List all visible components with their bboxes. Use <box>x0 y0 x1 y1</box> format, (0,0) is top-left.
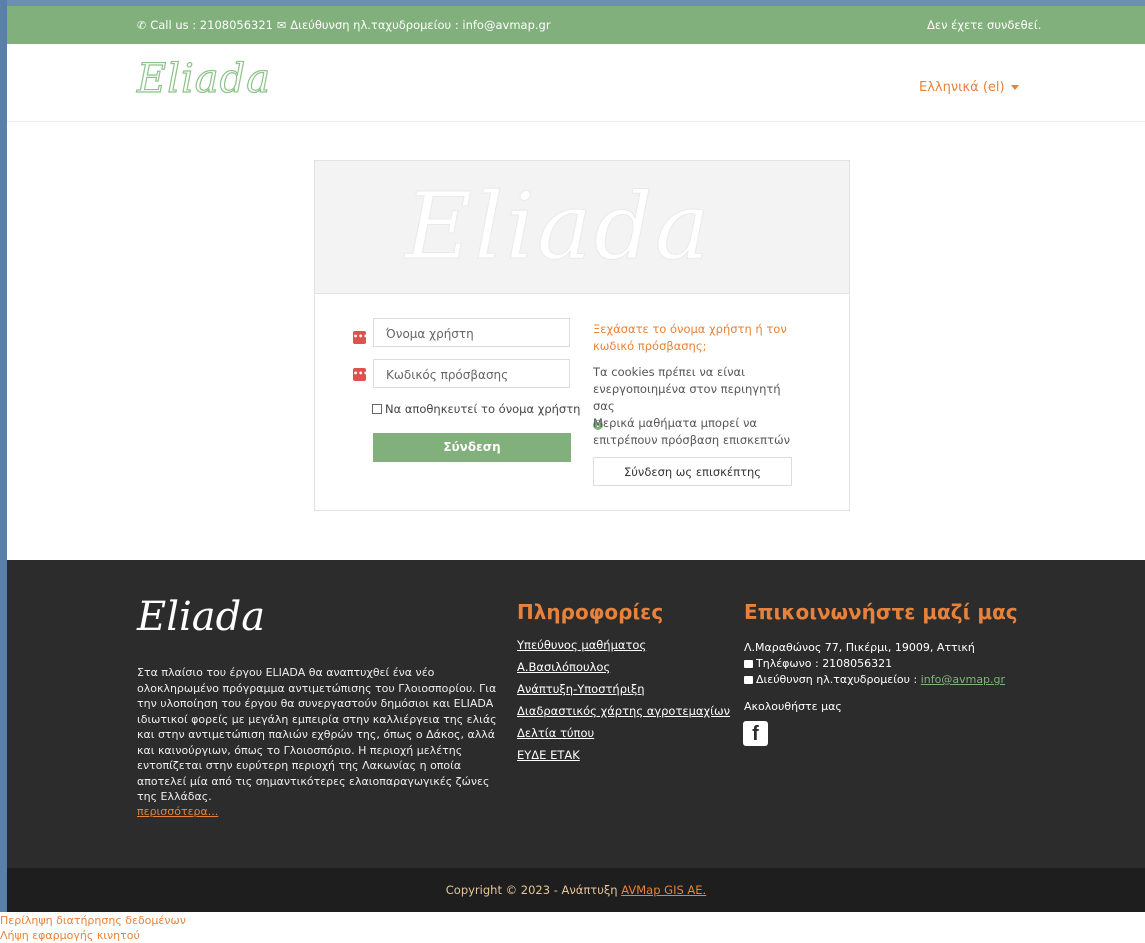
top-contact-info: ✆ Call us : 2108056321 ✉ Διεύθυνση ηλ.τα… <box>137 18 551 32</box>
read-more-link[interactable]: περισσότερα... <box>137 805 218 818</box>
contact-details: Λ.Μαραθώνος 77, Πικέρμι, 19009, Αττική Τ… <box>744 640 1005 688</box>
required-icon: ••• <box>353 368 368 381</box>
caret-down-icon <box>1010 85 1019 90</box>
window-frame-left <box>0 0 7 912</box>
mobile-app-link[interactable]: Λήψη εφαρμογής κινητού <box>0 928 186 943</box>
forgot-password-link[interactable]: Ξεχάσατε το όνομα χρήστη ή τον κωδικό πρ… <box>593 321 793 355</box>
footer-about-text: Στα πλαίσιο του έργου ELIADA θα αναπτυχθ… <box>137 666 497 803</box>
info-link-vasilopoulos[interactable]: Α.Βασιλόπουλος <box>517 656 730 678</box>
login-status: Δεν έχετε συνδεθεί. <box>927 18 1042 32</box>
username-input[interactable]: Όνομα χρήστη <box>373 318 570 347</box>
remember-checkbox[interactable] <box>372 404 382 414</box>
login-hero-logo: Eliada <box>405 173 712 281</box>
company-link[interactable]: AVMap GIS AE. <box>621 883 706 897</box>
info-link-press-releases[interactable]: Δελτία τύπου <box>517 722 730 744</box>
info-link-interactive-map[interactable]: Διαδραστικός χάρτης αγροτεμαχίων <box>517 700 730 722</box>
language-label: Ελληνικά (el) <box>919 80 1005 95</box>
contact-email-link[interactable]: info@avmap.gr <box>921 673 1005 686</box>
phone-icon: ✆ <box>137 18 147 32</box>
password-input[interactable]: Κωδικός πρόσβασης <box>373 359 570 388</box>
remember-username[interactable]: Να αποθηκευτεί το όνομα χρήστη <box>372 402 580 416</box>
info-link-development[interactable]: Ανάπτυξη-Υποστήριξη <box>517 678 730 700</box>
cookies-notice-text: Τα cookies πρέπει να είναι ενεργοποιημέν… <box>593 365 781 413</box>
info-link-eyde-etak[interactable]: ΕΥΔΕ ΕΤΑΚ <box>517 744 730 766</box>
follow-us-label: Ακολουθήστε μας <box>744 700 842 713</box>
copyright-text: Copyright © 2023 - Ανάπτυξη <box>445 883 618 897</box>
contact-phone-row: Τηλέφωνο : 2108056321 <box>744 656 1005 672</box>
remember-label: Να αποθηκευτεί το όνομα χρήστη <box>385 402 581 416</box>
info-link-course-manager[interactable]: Υπεύθυνος μαθήματος <box>517 634 730 656</box>
page-bottom-links: Περίληψη διατήρησης δεδομένων Λήψη εφαρμ… <box>0 913 186 943</box>
contact-address: Λ.Μαραθώνος 77, Πικέρμι, 19009, Αττική <box>744 641 975 654</box>
language-selector[interactable]: Ελληνικά (el) <box>919 80 1019 95</box>
site-header: Eliada Ελληνικά (el) <box>7 44 1145 122</box>
copyright-bar: Copyright © 2023 - Ανάπτυξη AVMap GIS AE… <box>7 868 1145 912</box>
phone-icon <box>744 660 753 668</box>
contact-email-label: Διεύθυνση ηλ.ταχυδρομείου : <box>756 673 918 686</box>
login-panel: Eliada ••• Όνομα χρήστη ••• Κωδικός πρόσ… <box>314 160 850 511</box>
login-hero-banner: Eliada <box>315 161 849 294</box>
call-us-text: Call us : 2108056321 <box>150 18 273 32</box>
envelope-icon <box>744 676 753 684</box>
required-icon: ••• <box>353 331 368 344</box>
footer-logo: Eliada <box>137 594 266 640</box>
contact-email-row: Διεύθυνση ηλ.ταχυδρομείου : info@avmap.g… <box>744 672 1005 688</box>
contact-heading: Επικοινωνήστε μαζί μας <box>744 600 1018 624</box>
guest-access-notice: Μερικά μαθήματα μπορεί να επιτρέπουν πρό… <box>593 416 791 447</box>
info-heading: Πληροφορίες <box>517 600 664 624</box>
info-links: Υπεύθυνος μαθήματος Α.Βασιλόπουλος Ανάπτ… <box>517 634 730 766</box>
email-text: Διεύθυνση ηλ.ταχυδρομείου : info@avmap.g… <box>290 18 551 32</box>
envelope-icon: ✉ <box>276 18 287 32</box>
facebook-icon[interactable]: f <box>743 721 768 746</box>
top-contact-bar: ✆ Call us : 2108056321 ✉ Διεύθυνση ηλ.τα… <box>7 6 1145 44</box>
login-button[interactable]: Σύνδεση <box>373 433 571 462</box>
data-retention-link[interactable]: Περίληψη διατήρησης δεδομένων <box>0 913 186 928</box>
guest-login-button[interactable]: Σύνδεση ως επισκέπτης <box>593 457 792 486</box>
site-logo[interactable]: Eliada <box>136 55 271 102</box>
contact-phone: Τηλέφωνο : 2108056321 <box>756 657 893 670</box>
site-footer: Eliada Στα πλαίσιο του έργου ELIADA θα α… <box>7 560 1145 868</box>
